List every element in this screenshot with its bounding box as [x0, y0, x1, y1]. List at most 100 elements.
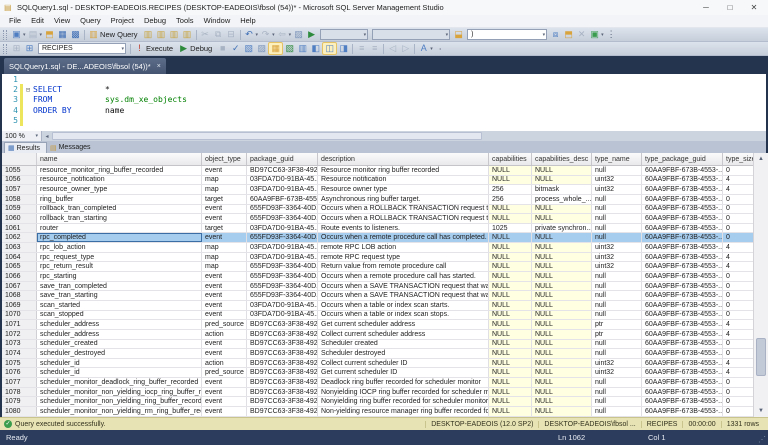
tools-options-button[interactable]: ✕ — [575, 28, 588, 41]
properties-window-button[interactable]: ▣▾ — [588, 28, 605, 41]
grid-cell-capabilities_desc[interactable]: NULL — [532, 359, 592, 368]
template-combo[interactable]: ▾ — [372, 29, 450, 40]
grid-cell-type_name[interactable]: null — [592, 166, 642, 175]
grid-cell-type_size[interactable]: 0 — [723, 214, 753, 223]
chevron-down-icon[interactable]: ▾ — [364, 32, 367, 38]
row-number-cell[interactable]: 1077 — [2, 378, 37, 387]
column-header-type_size[interactable]: type_size — [723, 153, 753, 165]
grid-cell-type_size[interactable]: 0 — [723, 311, 753, 320]
row-number-cell[interactable]: 1070 — [2, 311, 37, 320]
new-server-group-button[interactable]: ⬒ — [562, 28, 575, 41]
grid-cell-package_guid[interactable]: 655FD93F-3364-40D... — [247, 282, 318, 291]
column-header-description[interactable]: description — [318, 153, 489, 165]
column-header-name[interactable]: name — [37, 153, 202, 165]
grid-cell-package_guid[interactable]: BD97CC63-3F38-492... — [247, 320, 318, 329]
grid-cell-capabilities_desc[interactable]: NULL — [532, 243, 592, 252]
grid-cell-package_guid[interactable]: BD97CC63-3F38-492... — [247, 397, 318, 406]
editor-line[interactable]: 3FROMsys.dm_xe_objects — [2, 95, 766, 105]
grid-cell-capabilities_desc[interactable]: NULL — [532, 368, 592, 377]
grid-cell-type_size[interactable]: 0 — [723, 272, 753, 281]
grid-cell-type_size[interactable]: 0 — [723, 233, 753, 242]
grid-cell-type_name[interactable]: null — [592, 340, 642, 349]
menu-item-window[interactable]: Window — [199, 15, 236, 27]
grid-cell-type_package_guid[interactable]: 60AA9FBF-673B-4553-... — [642, 320, 723, 329]
grid-cell-name[interactable]: scheduler_monitor_deadlock_ring_buffer_r… — [37, 378, 202, 387]
grid-cell-type_package_guid[interactable]: 60AA9FBF-673B-4553-... — [642, 388, 723, 397]
grid-cell-type_name[interactable]: ptr — [592, 330, 642, 339]
grid-cell-capabilities_desc[interactable]: NULL — [532, 388, 592, 397]
query-options-button[interactable]: ▨ — [255, 42, 268, 55]
grid-cell-type_size[interactable]: 0 — [723, 166, 753, 175]
editor-line[interactable]: 2⊟SELECT* — [2, 84, 766, 94]
chevron-down-icon[interactable]: ▾ — [289, 32, 292, 38]
tab-close-icon[interactable]: × — [157, 63, 161, 70]
save-button[interactable]: ▦ — [56, 28, 69, 41]
grid-cell-description[interactable]: Occurs when a remote procedure call has … — [318, 233, 489, 242]
grid-cell-capabilities_desc[interactable]: NULL — [532, 397, 592, 406]
menu-item-edit[interactable]: Edit — [26, 15, 49, 27]
grid-cell-type_size[interactable]: 0 — [723, 291, 753, 300]
row-number-cell[interactable]: 1066 — [2, 272, 37, 281]
resize-grip[interactable]: ⋰ — [758, 435, 766, 444]
grid-cell-type_package_guid[interactable]: 60AA9FBF-673B-4553-... — [642, 378, 723, 387]
collapse-minus-icon[interactable]: ⊟ — [23, 86, 33, 94]
column-header-capabilities[interactable]: capabilities — [489, 153, 532, 165]
grid-cell-package_guid[interactable]: 03FDA7D0-91BA-45... — [247, 224, 318, 233]
grid-cell-type_name[interactable]: null — [592, 378, 642, 387]
change-connection-button[interactable]: ⊞ — [23, 42, 36, 55]
grid-cell-type_package_guid[interactable]: 60AA9FBF-673B-4553-... — [642, 330, 723, 339]
grid-cell-type_package_guid[interactable]: 60AA9FBF-673B-4553-... — [642, 301, 723, 310]
grid-cell-description[interactable]: Collect current scheduler address — [318, 330, 489, 339]
grid-cell-capabilities[interactable]: 256 — [489, 185, 532, 194]
grid-cell-type_size[interactable]: 4 — [723, 243, 753, 252]
grid-cell-object_type[interactable]: event — [202, 397, 247, 406]
grid-cell-object_type[interactable]: map — [202, 262, 247, 271]
menu-item-debug[interactable]: Debug — [139, 15, 171, 27]
row-number-cell[interactable]: 1057 — [2, 185, 37, 194]
grid-cell-type_size[interactable]: 4 — [723, 330, 753, 339]
grid-cell-object_type[interactable]: event — [202, 166, 247, 175]
grid-cell-description[interactable]: Resource notification — [318, 176, 489, 185]
grid-cell-object_type[interactable]: map — [202, 243, 247, 252]
grid-cell-name[interactable]: rollback_tran_starting — [37, 214, 202, 223]
grid-cell-type_package_guid[interactable]: 60AA9FBF-673B-4553-... — [642, 185, 723, 194]
grid-cell-type_name[interactable]: uint32 — [592, 368, 642, 377]
menu-item-tools[interactable]: Tools — [171, 15, 199, 27]
grid-cell-type_package_guid[interactable]: 60AA9FBF-673B-4553-... — [642, 205, 723, 214]
row-number-cell[interactable]: 1080 — [2, 407, 37, 416]
chevron-down-icon[interactable]: ▾ — [601, 32, 604, 38]
grid-cell-package_guid[interactable]: BD97CC63-3F38-492... — [247, 378, 318, 387]
grid-cell-capabilities[interactable]: NULL — [489, 233, 532, 242]
grid-cell-name[interactable]: save_tran_starting — [37, 291, 202, 300]
grid-cell-object_type[interactable]: event — [202, 349, 247, 358]
transaction-combo[interactable]: ▾ — [320, 29, 368, 40]
grid-cell-type_size[interactable]: 0 — [723, 282, 753, 291]
grid-cell-package_guid[interactable]: BD97CC63-3F38-492... — [247, 349, 318, 358]
grid-cell-package_guid[interactable]: 03FDA7D0-91BA-45... — [247, 176, 318, 185]
tab-messages[interactable]: ▤Messages — [47, 142, 97, 153]
available-objects-button[interactable]: ▤▾ — [27, 28, 44, 41]
grid-cell-type_name[interactable]: null — [592, 349, 642, 358]
grid-cell-package_guid[interactable]: BD97CC63-3F38-492... — [247, 407, 318, 416]
grid-cell-description[interactable]: Occurs when a ROLLBACK TRANSACTION reque… — [318, 214, 489, 223]
grid-cell-type_name[interactable]: null — [592, 388, 642, 397]
grid-cell-type_package_guid[interactable]: 60AA9FBF-673B-4553-... — [642, 253, 723, 262]
editor-line[interactable]: 1 — [2, 74, 766, 84]
database-engine-query-button[interactable]: ▥ — [142, 28, 155, 41]
scroll-down-icon[interactable]: ▼ — [758, 405, 764, 417]
grid-cell-capabilities_desc[interactable]: bitmask — [532, 185, 592, 194]
toolbar-grip[interactable] — [3, 44, 7, 54]
grid-cell-capabilities_desc[interactable]: private synchron... — [532, 224, 592, 233]
grid-cell-name[interactable]: scheduler_monitor_non_yielding_ring_buff… — [37, 397, 202, 406]
grid-cell-name[interactable]: rpc_starting — [37, 272, 202, 281]
grid-cell-description[interactable]: Occurs when a remote procedure call has … — [318, 272, 489, 281]
grid-cell-type_package_guid[interactable]: 60AA9FBF-673B-4553-... — [642, 359, 723, 368]
grid-cell-type_name[interactable]: null — [592, 301, 642, 310]
grid-cell-type_package_guid[interactable]: 60AA9FBF-673B-4553-... — [642, 340, 723, 349]
results-to-text-button[interactable]: ◧ — [309, 42, 322, 55]
horizontal-scrollbar-thumb[interactable] — [52, 132, 482, 140]
grid-cell-capabilities_desc[interactable]: NULL — [532, 407, 592, 416]
grid-cell-description[interactable]: Return value from remote procedure call — [318, 262, 489, 271]
chevron-down-icon[interactable]: ▾ — [40, 32, 43, 38]
grid-cell-capabilities[interactable]: NULL — [489, 378, 532, 387]
